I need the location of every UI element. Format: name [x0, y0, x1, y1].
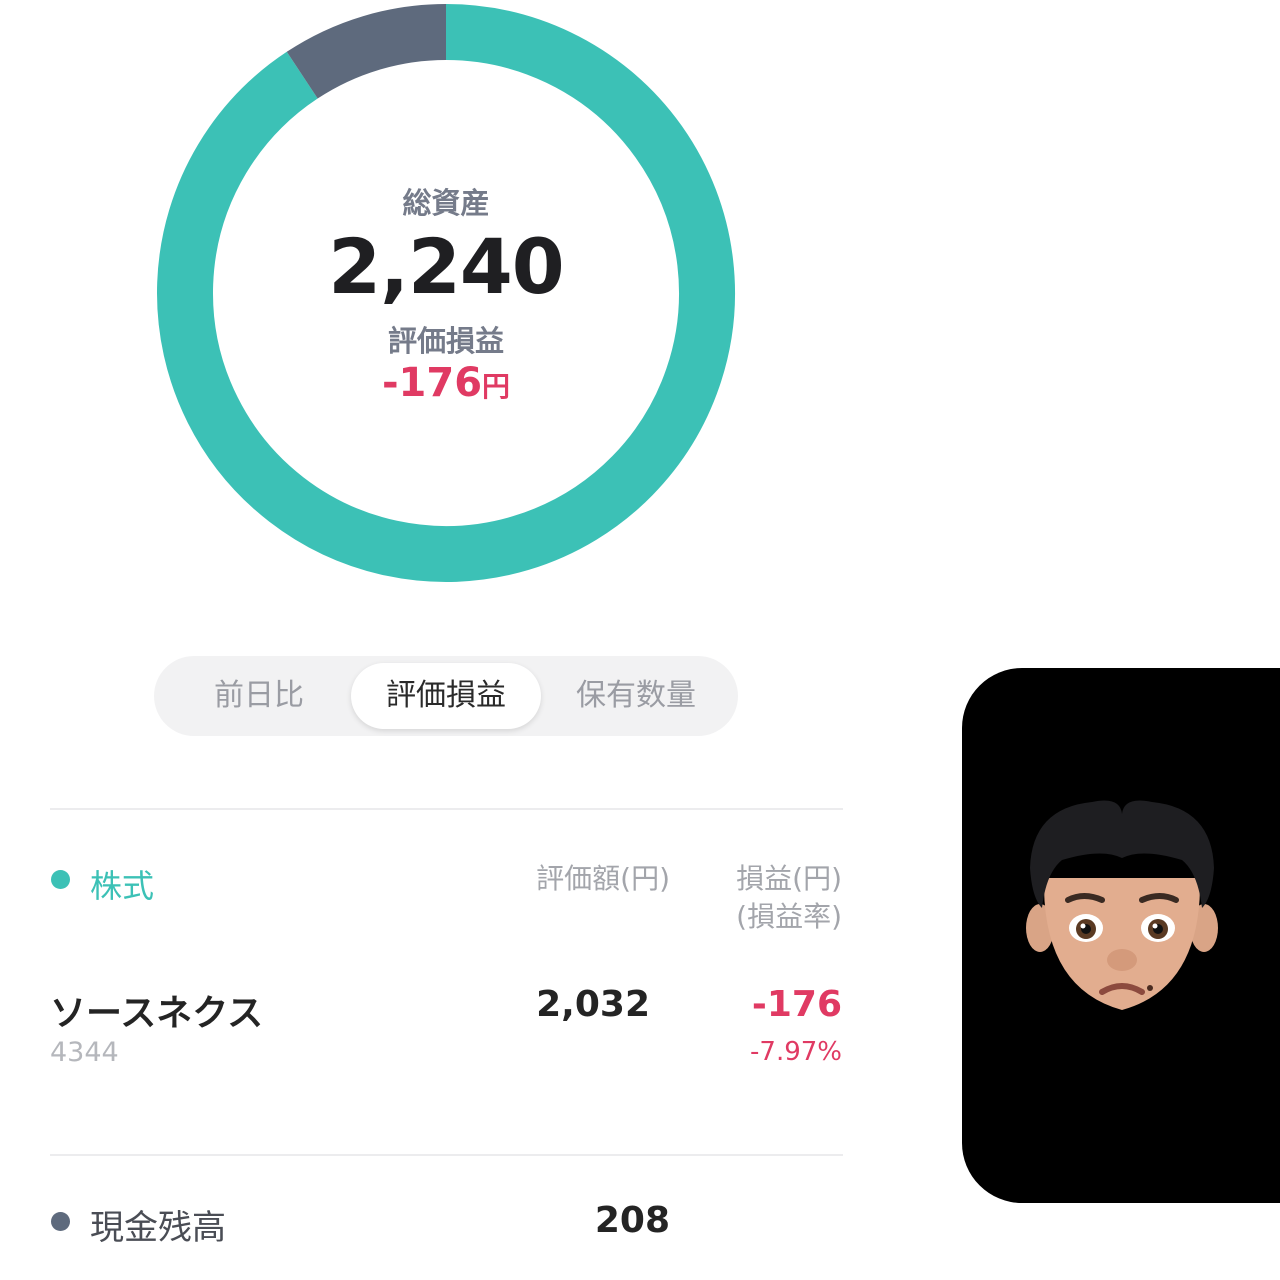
- cash-value: 208: [594, 1200, 670, 1241]
- column-header-value: 評価額(円): [536, 862, 670, 895]
- avatar-overlay: [962, 668, 1280, 1203]
- column-header-pl: 損益(円) (損益率): [736, 860, 842, 936]
- section-divider: [50, 808, 843, 810]
- total-assets-label: 総資産: [402, 186, 490, 220]
- stock-value: 2,032: [536, 984, 650, 1025]
- stock-name: ソースネクス: [50, 993, 264, 1034]
- view-mode-segmented-control: 前日比 評価損益 保有数量: [154, 656, 738, 736]
- column-header-pl-amount: 損益(円): [736, 862, 842, 895]
- column-header-pl-rate: (損益率): [736, 900, 842, 933]
- stocks-legend-dot: [51, 870, 70, 889]
- stock-code: 4344: [50, 1037, 119, 1068]
- unrealized-pl-unit: 円: [482, 370, 511, 403]
- stock-pl-rate: -7.97%: [750, 1037, 842, 1067]
- unrealized-pl-amount: -176: [381, 360, 483, 406]
- section-divider: [50, 1154, 843, 1156]
- memoji-avatar-icon: [1026, 800, 1218, 1010]
- cash-section-title: 現金残高: [90, 1208, 226, 1248]
- tab-day-change[interactable]: 前日比: [164, 663, 354, 729]
- cash-legend-dot: [51, 1212, 70, 1231]
- unrealized-pl-label: 評価損益: [387, 324, 504, 358]
- stocks-section-title: 株式: [90, 867, 155, 905]
- unrealized-pl-value: -176円: [246, 360, 646, 406]
- tab-unrealized-pl[interactable]: 評価損益: [351, 663, 541, 729]
- total-assets-value: 2,240: [328, 222, 564, 311]
- donut-segment-cash: [286, 4, 447, 99]
- stock-pl: -176: [751, 984, 842, 1025]
- tab-holding-quantity[interactable]: 保有数量: [541, 663, 731, 729]
